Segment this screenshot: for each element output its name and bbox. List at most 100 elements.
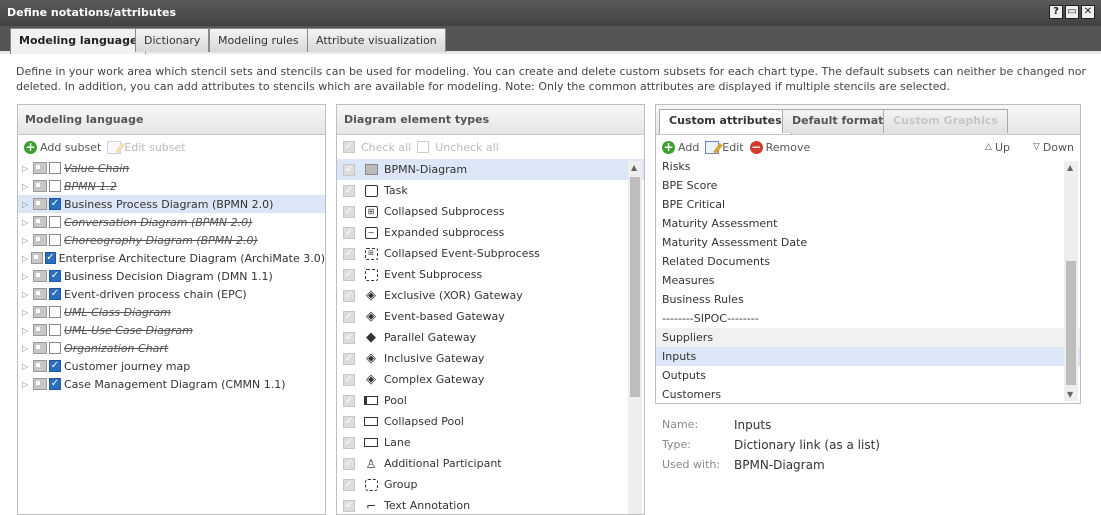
expand-arrow-icon[interactable]: ▷ [22,326,30,335]
tree-row[interactable]: ▷ Conversation Diagram (BPMN 2.0) [18,213,325,231]
element-type-row[interactable]: ✓ ◈ Event-based Gateway [337,306,644,327]
tab-modeling-language[interactable]: Modeling language [10,28,147,54]
tab-custom-graphics[interactable]: Custom Graphics [883,109,1008,133]
expand-arrow-icon[interactable]: ▷ [22,182,30,191]
check-all-button[interactable]: ✓ Check all [343,141,411,154]
attribute-row[interactable]: Outputs [656,366,1080,385]
expand-arrow-icon[interactable]: ▷ [22,254,28,263]
element-checkbox[interactable]: ✓ [343,289,355,302]
attribute-row[interactable]: BPE Critical [656,195,1080,214]
element-type-row[interactable]: ✓ Collapsed Pool [337,411,644,432]
element-checkbox[interactable]: ✓ [343,163,355,176]
tree-row[interactable]: ▷ Value Chain [18,159,325,177]
expand-arrow-icon[interactable]: ▷ [22,362,30,371]
tree-checkbox[interactable]: ✓ [49,378,61,390]
tree-row[interactable]: ▷ Choreography Diagram (BPMN 2.0) [18,231,325,249]
element-type-row[interactable]: ✓ − Expanded subprocess [337,222,644,243]
close-button[interactable]: ✕ [1081,5,1095,19]
element-checkbox[interactable]: ✓ [343,331,355,344]
attribute-row[interactable]: BPE Score [656,176,1080,195]
tree-row[interactable]: ▷ ✓ Customer journey map [18,357,325,375]
tree-checkbox[interactable] [49,216,61,228]
element-type-row[interactable]: ✓ ◆ Parallel Gateway [337,327,644,348]
tree-row[interactable]: ▷ ✓ Enterprise Architecture Diagram (Archi… [18,249,325,267]
element-type-row[interactable]: ✓ Event Subprocess [337,264,644,285]
tree-row[interactable]: ▷ Organization Chart [18,339,325,357]
expand-arrow-icon[interactable]: ▷ [22,164,30,173]
uncheck-all-button[interactable]: Uncheck all [417,141,499,154]
element-checkbox[interactable]: ✓ [343,226,355,239]
element-checkbox[interactable]: ✓ [343,310,355,323]
expand-arrow-icon[interactable]: ▷ [22,344,30,353]
tree-checkbox[interactable]: ✓ [49,288,61,300]
tree-row[interactable]: ▷ UML Use Case Diagram [18,321,325,339]
tree-checkbox[interactable]: ✓ [45,252,56,264]
attribute-row[interactable]: Risks [656,157,1080,176]
attribute-row[interactable]: Inputs [656,347,1080,366]
attribute-row[interactable]: Maturity Assessment Date [656,233,1080,252]
element-type-row[interactable]: ✓ ◈ Inclusive Gateway [337,348,644,369]
elements-scroll-thumb[interactable] [630,177,640,397]
help-button[interactable]: ? [1049,5,1063,19]
element-checkbox[interactable]: ✓ [343,415,355,428]
tree-row[interactable]: ▷ ✓ Event-driven process chain (EPC) [18,285,325,303]
remove-attribute-button[interactable]: − Remove [749,140,810,154]
element-type-row[interactable]: ✓ Task [337,180,644,201]
element-type-row[interactable]: ✓ ♙ Additional Participant [337,453,644,474]
element-checkbox[interactable]: ✓ [343,457,355,470]
element-checkbox[interactable]: ✓ [343,268,355,281]
expand-arrow-icon[interactable]: ▷ [22,236,30,245]
element-type-row[interactable]: ✓ Lane [337,432,644,453]
attribute-row[interactable]: Maturity Assessment [656,214,1080,233]
expand-arrow-icon[interactable]: ▷ [22,200,30,209]
scroll-up-arrow-icon[interactable]: ▲ [1067,163,1073,172]
attribute-row[interactable]: Customers [656,385,1080,404]
tree-row[interactable]: ▷ ✓ Business Process Diagram (BPMN 2.0) [18,195,325,213]
element-checkbox[interactable]: ✓ [343,205,355,218]
element-checkbox[interactable]: ✓ [343,184,355,197]
element-checkbox[interactable]: ✓ [343,394,355,407]
add-subset-button[interactable]: + Add subset [24,140,101,154]
tab-dictionary[interactable]: Dictionary [135,28,210,52]
tree-checkbox[interactable] [49,162,61,174]
attribute-row[interactable]: Measures [656,271,1080,290]
move-down-button[interactable]: ▽ Down [1033,141,1074,154]
attribute-row[interactable]: --------SIPOC-------- [656,309,1080,328]
element-checkbox[interactable]: ✓ [343,436,355,449]
tree-checkbox[interactable] [49,180,61,192]
tree-checkbox[interactable] [49,306,61,318]
tree-row[interactable]: ▷ ✓ Business Decision Diagram (DMN 1.1) [18,267,325,285]
tree-row[interactable]: ▷ BPMN 1.2 [18,177,325,195]
tree-row[interactable]: ▷ ✓ Case Management Diagram (CMMN 1.1) [18,375,325,393]
element-checkbox[interactable]: ✓ [343,478,355,491]
element-type-row[interactable]: ✓ ⌐ Text Annotation [337,495,644,515]
elements-scrollbar[interactable]: ▲ [628,161,642,514]
tree-checkbox[interactable]: ✓ [49,270,61,282]
element-type-row[interactable]: ✓ BPMN-Diagram [337,159,644,180]
element-checkbox[interactable]: ✓ [343,352,355,365]
tree-checkbox[interactable] [49,342,61,354]
element-checkbox[interactable]: ✓ [343,247,355,260]
attributes-scrollbar[interactable]: ▲ ▼ [1064,161,1078,401]
edit-subset-button[interactable]: Edit subset [107,140,186,154]
tree-checkbox[interactable] [49,234,61,246]
element-type-row[interactable]: ✓ ◈ Exclusive (XOR) Gateway [337,285,644,306]
tree-checkbox[interactable] [49,324,61,336]
tree-checkbox[interactable]: ✓ [49,198,61,210]
tree-row[interactable]: ▷ UML Class Diagram [18,303,325,321]
expand-arrow-icon[interactable]: ▷ [22,290,30,299]
element-checkbox[interactable]: ✓ [343,499,355,512]
element-checkbox[interactable]: ✓ [343,373,355,386]
add-attribute-button[interactable]: + Add [662,140,699,154]
tab-custom-attributes[interactable]: Custom attributes [659,109,792,134]
element-type-row[interactable]: ✓ ◈ Complex Gateway [337,369,644,390]
attribute-row[interactable]: Business Rules [656,290,1080,309]
expand-arrow-icon[interactable]: ▷ [22,218,30,227]
expand-arrow-icon[interactable]: ▷ [22,272,30,281]
element-type-row[interactable]: ✓ ⊞ Collapsed Event-Subprocess [337,243,644,264]
move-up-button[interactable]: △ Up [985,141,1010,154]
expand-arrow-icon[interactable]: ▷ [22,380,30,389]
attribute-row[interactable]: Suppliers [656,328,1080,347]
maximize-button[interactable]: ▭ [1065,5,1079,19]
element-type-row[interactable]: ✓ Pool [337,390,644,411]
